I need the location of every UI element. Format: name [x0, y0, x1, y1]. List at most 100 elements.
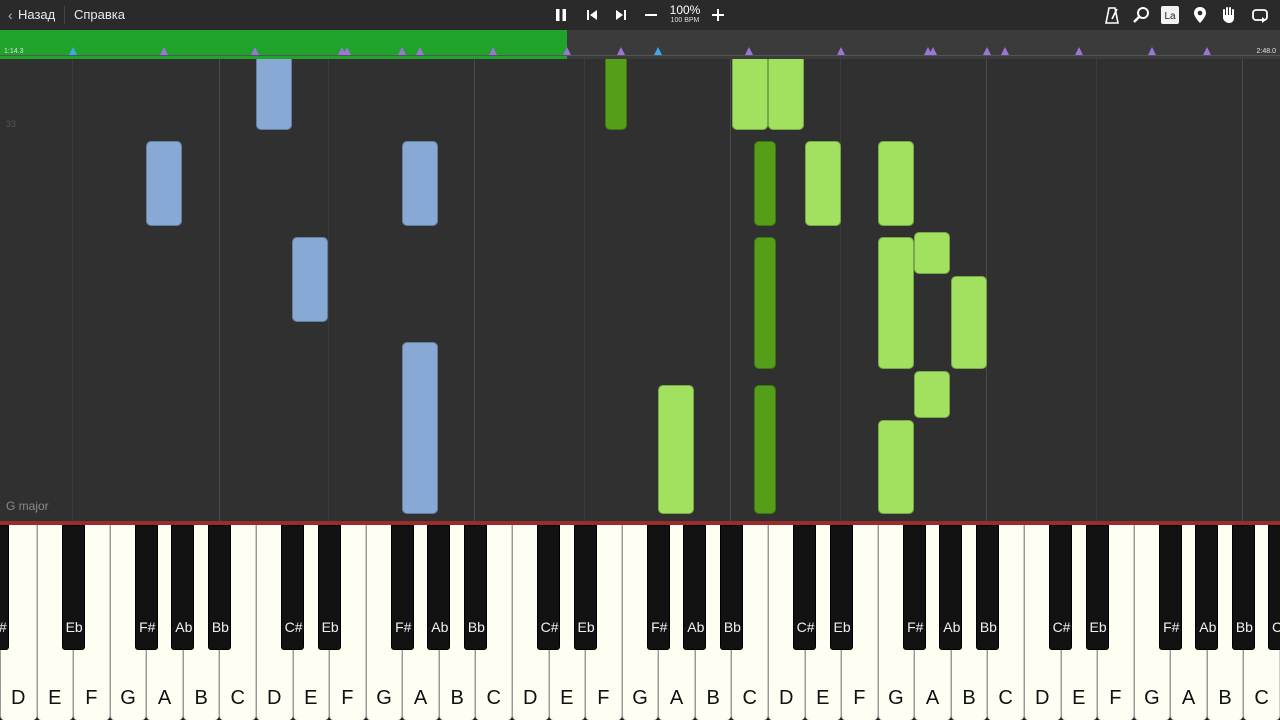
timeline-marker[interactable] [929, 47, 937, 55]
black-key[interactable]: C# [793, 525, 817, 650]
white-key-label: A [157, 687, 172, 709]
skip-forward-icon[interactable] [611, 5, 631, 25]
black-key[interactable]: C# [537, 525, 561, 650]
black-key[interactable]: Ab [171, 525, 195, 650]
pause-icon[interactable] [551, 5, 571, 25]
timeline-marker[interactable] [983, 47, 991, 55]
timeline-marker[interactable] [69, 47, 77, 55]
white-key-label: B [1218, 687, 1232, 709]
white-key-label: G [376, 687, 392, 709]
black-key[interactable]: Ab [427, 525, 451, 650]
white-key-label: F [341, 687, 354, 709]
plus-icon[interactable] [708, 5, 728, 25]
white-key-label: C [230, 687, 245, 709]
timeline-marker[interactable] [416, 47, 424, 55]
white-key-label: A [1181, 687, 1196, 709]
note-name-icon[interactable]: La [1160, 5, 1180, 25]
note-right-hand [878, 237, 914, 369]
black-key-label: Ab [431, 619, 449, 635]
speed-bpm: 100 BPM [670, 17, 700, 24]
black-key-label: Eb [577, 619, 595, 635]
search-icon[interactable] [1131, 5, 1151, 25]
timeline-marker[interactable] [251, 47, 259, 55]
black-key[interactable]: F# [646, 525, 670, 650]
note-left-hand [292, 237, 328, 322]
hand-icon[interactable] [1219, 5, 1239, 25]
grid-line [730, 59, 731, 521]
white-key-label: F [853, 687, 866, 709]
timeline-marker[interactable] [1001, 47, 1009, 55]
black-key[interactable]: Eb [317, 525, 341, 650]
grid-line [584, 59, 585, 521]
black-key[interactable]: Eb [829, 525, 853, 650]
chevron-left-icon: ‹ [8, 7, 13, 23]
black-key[interactable]: Eb [573, 525, 597, 650]
black-key-label: F# [907, 619, 924, 635]
timeline-marker[interactable] [1148, 47, 1156, 55]
black-key-label: Bb [1235, 619, 1253, 635]
black-key-label: Ab [1199, 619, 1217, 635]
black-key[interactable]: Eb [1085, 525, 1109, 650]
black-key[interactable]: Ab [939, 525, 963, 650]
black-key[interactable]: C# [1268, 525, 1280, 650]
back-button[interactable]: ‹ Назад [8, 4, 55, 26]
black-key[interactable]: F# [134, 525, 158, 650]
timeline-marker[interactable] [160, 47, 168, 55]
black-key[interactable]: Bb [207, 525, 231, 650]
help-button[interactable]: Справка [74, 4, 125, 26]
black-key[interactable]: F# [390, 525, 414, 650]
white-key-label: B [962, 687, 976, 709]
speed-percent: 100% [669, 3, 701, 17]
skip-back-icon[interactable] [582, 5, 602, 25]
white-key-label: C [486, 687, 501, 709]
white-key-label: E [560, 687, 574, 709]
toolbar-divider [64, 6, 65, 24]
black-key[interactable]: C# [1049, 525, 1073, 650]
black-key[interactable]: Bb [463, 525, 487, 650]
black-key[interactable]: Bb [1231, 525, 1255, 650]
grid-line [72, 59, 73, 521]
timeline-scrubber[interactable]: 1:14.3 2:48.0 [0, 30, 1280, 59]
piano-keyboard: DEFGABCDEFGABCDEFGABCDEFGABCDEFGABC F#Eb… [0, 521, 1280, 720]
toolbar: ‹ Назад Справка 100% 100 BPM La [0, 0, 1280, 30]
black-key[interactable]: F# [0, 525, 9, 650]
timeline-marker[interactable] [489, 47, 497, 55]
timeline-marker[interactable] [343, 47, 351, 55]
speed-display[interactable]: 100% 100 BPM [664, 4, 706, 25]
black-key[interactable]: Ab [683, 525, 707, 650]
timeline-marker[interactable] [654, 47, 662, 55]
timeline-marker[interactable] [1203, 47, 1211, 55]
timeline-marker[interactable] [398, 47, 406, 55]
black-key[interactable]: F# [902, 525, 926, 650]
note-left-hand [256, 59, 292, 130]
black-key[interactable]: Bb [975, 525, 999, 650]
black-key[interactable]: Eb [61, 525, 85, 650]
grid-line [1242, 59, 1243, 521]
black-key[interactable]: C# [281, 525, 305, 650]
black-key[interactable]: F# [1158, 525, 1182, 650]
note-right-hand [914, 232, 950, 274]
black-key[interactable]: Ab [1195, 525, 1219, 650]
white-key-label: D [1035, 687, 1050, 709]
note-right-hand [658, 385, 694, 514]
metronome-icon[interactable] [1102, 5, 1122, 25]
minus-icon[interactable] [641, 5, 661, 25]
timeline-marker[interactable] [1075, 47, 1083, 55]
white-key-label: C [998, 687, 1013, 709]
black-key-label: F# [395, 619, 412, 635]
loop-icon[interactable] [1250, 5, 1270, 25]
note-right-hand [878, 141, 914, 226]
location-pin-icon[interactable] [1190, 5, 1210, 25]
note-right-hand [768, 59, 804, 130]
timeline-marker[interactable] [617, 47, 625, 55]
timeline-marker[interactable] [745, 47, 753, 55]
black-key-label: C# [796, 619, 815, 635]
timeline-marker[interactable] [837, 47, 845, 55]
timeline-marker[interactable] [563, 47, 571, 55]
black-key-label: Ab [175, 619, 193, 635]
grid-line [219, 59, 220, 521]
white-key-label: D [11, 687, 26, 709]
black-key[interactable]: Bb [719, 525, 743, 650]
black-key-label: F# [139, 619, 156, 635]
white-key-label: E [816, 687, 830, 709]
